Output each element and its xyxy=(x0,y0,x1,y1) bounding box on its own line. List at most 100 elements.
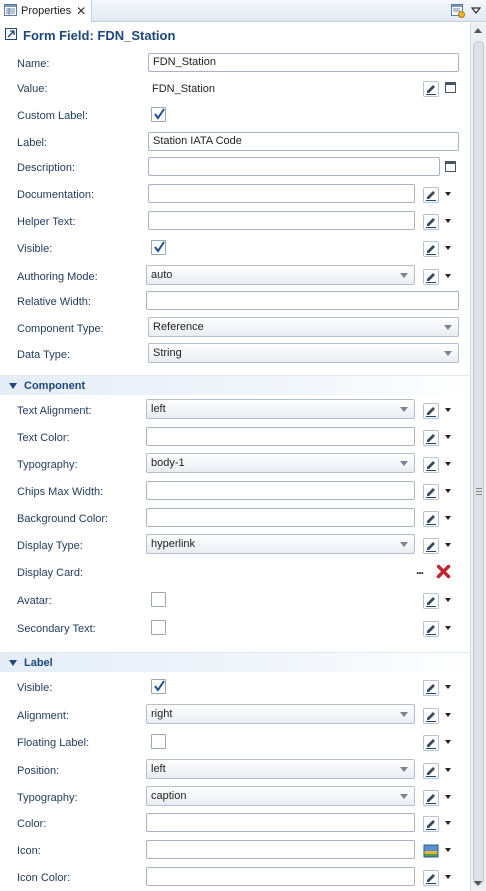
documentation-field[interactable] xyxy=(148,184,415,203)
pencil-edit-icon[interactable] xyxy=(423,484,439,500)
chevron-down-icon[interactable] xyxy=(445,489,451,493)
pencil-edit-icon[interactable] xyxy=(423,538,439,554)
position-select[interactable]: left xyxy=(146,759,415,779)
pencil-edit-icon[interactable] xyxy=(423,708,439,724)
display-type-select[interactable]: hyperlink xyxy=(146,534,415,554)
scrollbar-thumb[interactable] xyxy=(473,41,484,885)
label-section-header[interactable]: Label xyxy=(0,652,470,672)
red-x-delete-icon[interactable] xyxy=(436,564,451,582)
floating-label-label: Floating Label: xyxy=(17,737,90,749)
pencil-edit-icon[interactable] xyxy=(423,680,439,696)
pencil-edit-icon[interactable] xyxy=(423,269,439,285)
visible-checkbox[interactable] xyxy=(151,240,166,255)
chevron-down-icon[interactable] xyxy=(445,626,451,630)
alignment-value: right xyxy=(151,708,173,720)
component-section-header[interactable]: Component xyxy=(0,375,470,395)
label-visible-checkbox[interactable] xyxy=(151,679,166,694)
pencil-edit-icon[interactable] xyxy=(423,790,439,806)
relative-width-field[interactable] xyxy=(146,291,459,310)
properties-icon xyxy=(4,3,17,19)
pencil-edit-icon[interactable] xyxy=(423,187,439,203)
pencil-edit-icon[interactable] xyxy=(423,593,439,609)
text-color-row: Text Color: xyxy=(0,425,470,451)
chevron-down-icon xyxy=(444,325,452,330)
vertical-scrollbar[interactable] xyxy=(470,23,486,891)
alignment-select[interactable]: right xyxy=(146,704,415,724)
label-typography-select[interactable]: caption xyxy=(146,786,415,806)
data-type-select[interactable]: String xyxy=(148,343,459,363)
chevron-down-icon[interactable] xyxy=(445,713,451,717)
chevron-down-icon[interactable] xyxy=(445,516,451,520)
pencil-edit-icon[interactable] xyxy=(423,403,439,419)
expand-icon[interactable] xyxy=(445,161,456,172)
view-toolbar-icon[interactable] xyxy=(450,3,466,22)
chevron-down-icon xyxy=(400,767,408,772)
expand-icon[interactable] xyxy=(445,82,456,93)
form-header: Form Field: FDN_Station xyxy=(0,24,470,46)
chevron-down-icon[interactable] xyxy=(445,192,451,196)
secondary-text-row: Secondary Text: xyxy=(0,616,470,642)
pencil-edit-icon[interactable] xyxy=(423,81,439,97)
chevron-down-icon[interactable] xyxy=(445,219,451,223)
pencil-edit-icon[interactable] xyxy=(423,870,439,886)
pencil-edit-icon[interactable] xyxy=(423,241,439,257)
close-icon[interactable]: ✕ xyxy=(76,5,86,17)
properties-tab[interactable]: Properties ✕ xyxy=(0,0,92,22)
value-label: Value: xyxy=(17,83,48,95)
pencil-edit-icon[interactable] xyxy=(423,735,439,751)
chevron-down-icon xyxy=(400,407,408,412)
chevron-down-icon[interactable] xyxy=(445,875,451,879)
chevron-down-icon[interactable] xyxy=(445,598,451,602)
authoring-mode-select[interactable]: auto xyxy=(146,265,415,285)
floating-label-checkbox[interactable] xyxy=(151,734,166,749)
chevron-down-icon[interactable] xyxy=(445,795,451,799)
pencil-edit-icon[interactable] xyxy=(423,214,439,230)
text-color-field[interactable] xyxy=(146,427,415,446)
chips-max-width-field[interactable] xyxy=(146,481,415,500)
authoring-mode-label: Authoring Mode: xyxy=(17,271,98,283)
icon-color-field[interactable] xyxy=(146,867,415,886)
icon-color-label: Icon Color: xyxy=(17,872,71,884)
chevron-down-icon xyxy=(400,461,408,466)
chevron-down-icon xyxy=(444,351,452,356)
helper-text-field[interactable] xyxy=(148,211,415,230)
pencil-edit-icon[interactable] xyxy=(423,816,439,832)
component-type-select[interactable]: Reference xyxy=(148,317,459,337)
pencil-edit-icon[interactable] xyxy=(423,763,439,779)
scroll-up-icon[interactable] xyxy=(474,28,482,33)
browse-button[interactable]: ... xyxy=(416,563,424,577)
scroll-down-icon[interactable] xyxy=(474,881,482,886)
chevron-down-icon[interactable] xyxy=(445,821,451,825)
text-alignment-select[interactable]: left xyxy=(146,399,415,419)
chevron-down-icon[interactable] xyxy=(445,740,451,744)
view-menu-icon[interactable] xyxy=(470,6,482,18)
name-field[interactable]: FDN_Station xyxy=(148,53,459,72)
label-field[interactable]: Station IATA Code xyxy=(148,132,459,151)
icon-field[interactable] xyxy=(146,840,415,859)
color-field[interactable] xyxy=(146,813,415,832)
chevron-down-icon[interactable] xyxy=(445,435,451,439)
typography-select[interactable]: body-1 xyxy=(146,453,415,473)
background-color-field[interactable] xyxy=(146,508,415,527)
label-label: Label: xyxy=(17,137,47,149)
chevron-down-icon[interactable] xyxy=(445,408,451,412)
description-label: Description: xyxy=(17,162,76,174)
pencil-edit-icon[interactable] xyxy=(423,511,439,527)
image-picker-icon[interactable] xyxy=(423,843,439,859)
chevron-down-icon[interactable] xyxy=(445,685,451,689)
pencil-edit-icon[interactable] xyxy=(423,457,439,473)
chevron-down-icon xyxy=(400,542,408,547)
chevron-down-icon[interactable] xyxy=(445,543,451,547)
chevron-down-icon[interactable] xyxy=(445,246,451,250)
custom-label-checkbox[interactable] xyxy=(151,107,166,122)
chevron-down-icon[interactable] xyxy=(445,848,451,852)
position-label: Position: xyxy=(17,765,60,777)
pencil-edit-icon[interactable] xyxy=(423,621,439,637)
chevron-down-icon[interactable] xyxy=(445,768,451,772)
chevron-down-icon[interactable] xyxy=(445,462,451,466)
chevron-down-icon[interactable] xyxy=(445,274,451,278)
avatar-checkbox[interactable] xyxy=(151,592,166,607)
description-field[interactable] xyxy=(148,157,440,176)
pencil-edit-icon[interactable] xyxy=(423,430,439,446)
secondary-text-checkbox[interactable] xyxy=(151,620,166,635)
